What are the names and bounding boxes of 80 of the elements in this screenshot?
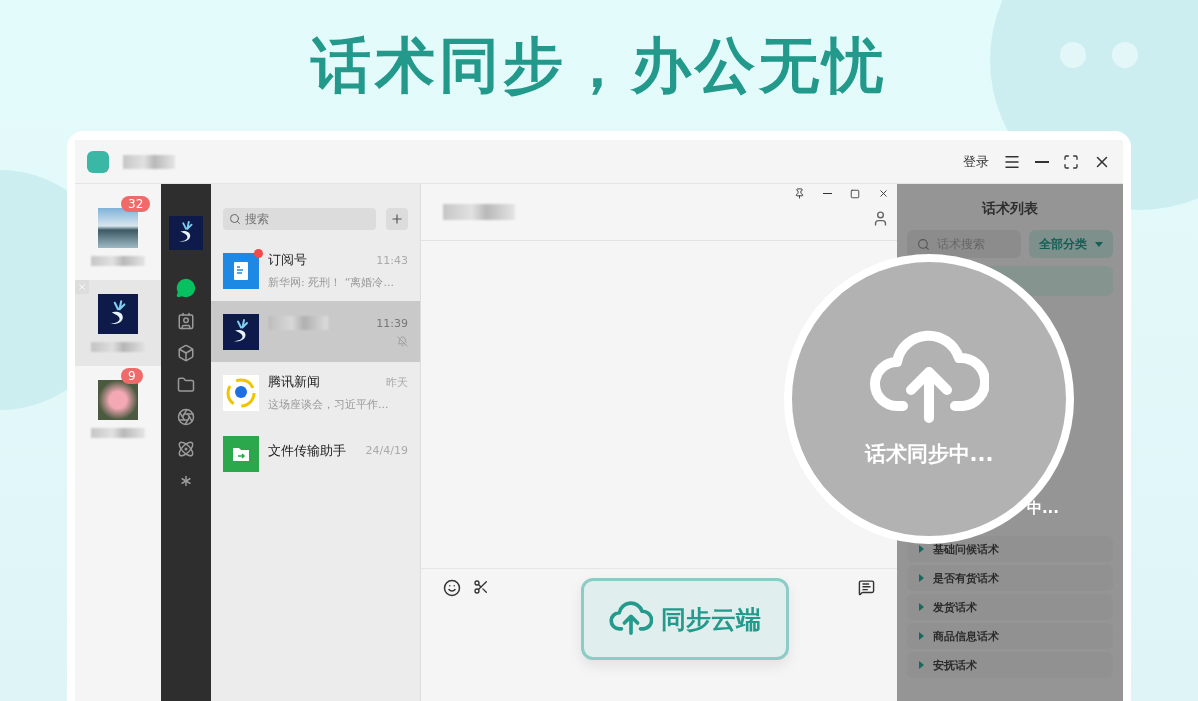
- sync-status-text: 中...: [1026, 499, 1059, 518]
- nav-button[interactable]: [177, 376, 195, 394]
- emoji-button[interactable]: [443, 579, 461, 597]
- pin-icon: [794, 188, 805, 199]
- message-icon: [858, 579, 875, 596]
- chat-item[interactable]: 11:39: [211, 301, 420, 362]
- user-icon: [872, 210, 889, 227]
- chat-name: 文件传输助手: [268, 441, 346, 460]
- blurred-name: [91, 428, 145, 438]
- minimize-icon: [1035, 160, 1049, 163]
- minimize-button[interactable]: [1035, 160, 1049, 163]
- headline: 话术同步，办公无忧: [311, 29, 887, 102]
- search-icon: [917, 238, 930, 251]
- fullscreen-button[interactable]: [1063, 153, 1079, 170]
- fullscreen-icon: [1063, 153, 1079, 170]
- profile-button[interactable]: [872, 210, 889, 227]
- app-logo-icon: [87, 150, 109, 173]
- cloud-upload-icon: [609, 601, 653, 637]
- search-field[interactable]: 搜索: [223, 208, 376, 230]
- sync-cloud-button[interactable]: 同步云端: [581, 578, 789, 660]
- plus-icon: [390, 212, 404, 226]
- add-button[interactable]: [386, 208, 408, 230]
- chat-bubble-icon: [176, 278, 196, 298]
- blurred-name: [91, 342, 145, 352]
- chat-time: 24/4/19: [365, 444, 408, 457]
- close-button[interactable]: [878, 188, 889, 199]
- avatar-logo[interactable]: [169, 216, 203, 250]
- chat-time: 昨天: [386, 374, 408, 390]
- account-item[interactable]: 9: [75, 366, 161, 452]
- contacts-icon: [177, 312, 195, 330]
- search-icon: [229, 213, 241, 225]
- close-icon: [878, 188, 889, 199]
- close-icon: [77, 282, 87, 292]
- chat-time: 11:43: [376, 253, 408, 267]
- blurred-name: [123, 154, 175, 169]
- aperture-icon: [177, 408, 195, 426]
- chat-name: 订阅号: [268, 251, 307, 269]
- blurred-name: [443, 204, 515, 220]
- chat-preview: 这场座谈会，习近平作...: [268, 397, 389, 412]
- maximize-button[interactable]: [850, 188, 860, 199]
- message-list-button[interactable]: [858, 579, 875, 596]
- category-item[interactable]: 发货话术: [907, 594, 1113, 620]
- sync-status-text: 话术同步中...: [864, 441, 994, 468]
- nav-button[interactable]: [177, 344, 195, 362]
- login-button[interactable]: 登录: [963, 152, 989, 171]
- folder-arrow-icon: [232, 445, 250, 462]
- category-item[interactable]: 是否有货话术: [907, 565, 1113, 591]
- nav-button[interactable]: [176, 278, 196, 298]
- blurred-name: [91, 256, 145, 266]
- panel-title: 话术列表: [981, 199, 1039, 218]
- chat-item[interactable]: 文件传输助手 24/4/19: [211, 423, 420, 484]
- photo-placeholder: [98, 380, 138, 420]
- nav-button[interactable]: [177, 440, 195, 458]
- maximize-icon: [850, 188, 860, 199]
- category-item[interactable]: 商品信息话术: [907, 623, 1113, 649]
- photo-placeholder: [98, 208, 138, 248]
- chat-item[interactable]: 腾讯新闻 昨天 这场座谈会，习近平作...: [211, 362, 420, 423]
- account-item[interactable]: [75, 280, 161, 366]
- chat-name: 腾讯新闻: [268, 373, 320, 391]
- unread-badge: 9: [121, 368, 143, 384]
- atom-icon: [177, 440, 195, 458]
- chat-time: 11:39: [376, 316, 408, 330]
- chat-preview: 新华网: 死刑！ “离婚冷...: [268, 275, 394, 290]
- scissors-button[interactable]: [473, 579, 489, 595]
- chat-item[interactable]: 订阅号 11:43 新华网: 死刑！ “离婚冷...: [211, 240, 420, 301]
- cloud-upload-icon: [869, 330, 989, 426]
- scissors-icon: [473, 579, 489, 595]
- minimize-icon: [823, 193, 832, 194]
- cube-icon: [177, 344, 195, 362]
- folder-icon: [177, 376, 195, 394]
- nav-button[interactable]: [177, 408, 195, 426]
- document-icon: [233, 260, 249, 281]
- smiley-icon: [443, 579, 461, 597]
- blurred-name: [268, 316, 328, 330]
- pin-button[interactable]: [794, 188, 805, 199]
- nav-button[interactable]: [177, 312, 195, 330]
- account-item[interactable]: 32: [75, 194, 161, 280]
- unread-badge: 32: [121, 196, 151, 212]
- category-item[interactable]: 基础问候话术: [907, 536, 1113, 562]
- category-item[interactable]: 安抚话术: [907, 652, 1113, 678]
